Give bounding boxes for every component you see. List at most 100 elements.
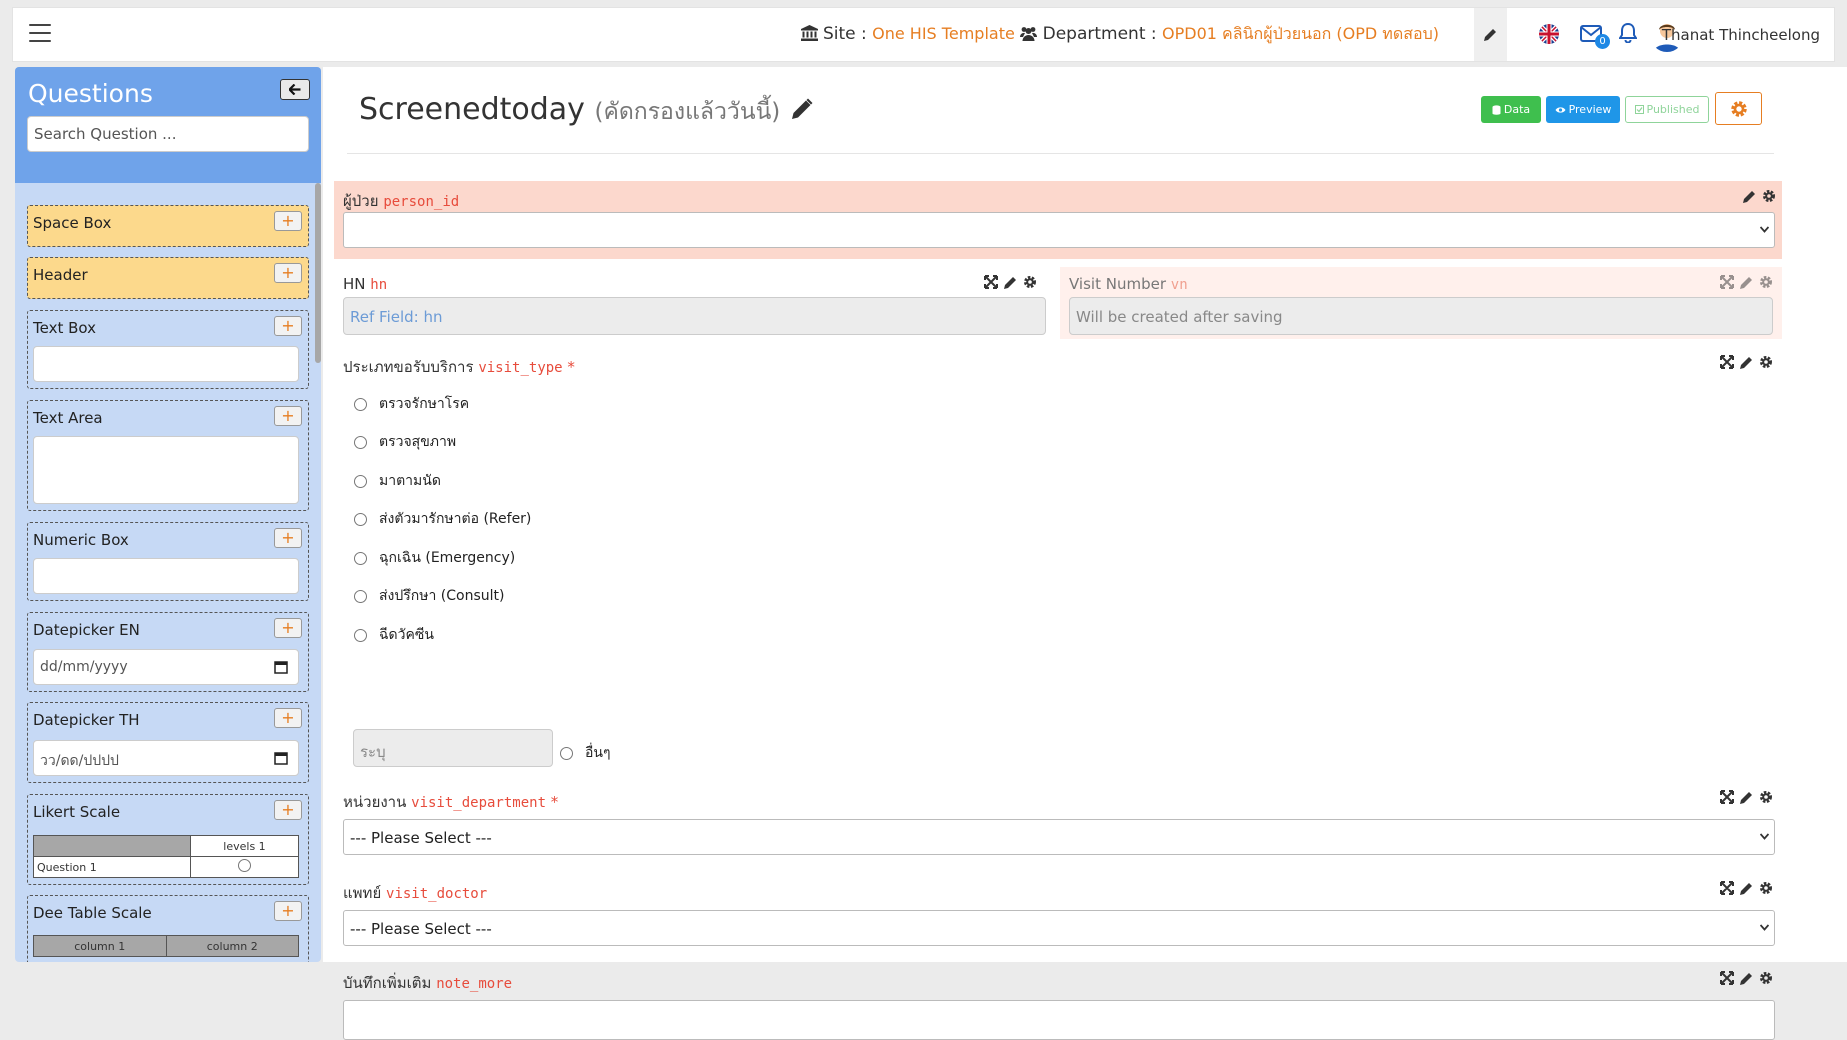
add-question-button[interactable]: + [274, 316, 302, 336]
gear-icon[interactable] [1759, 790, 1773, 804]
question-item-label: Dee Table Scale [33, 904, 152, 922]
uk-flag-icon[interactable] [1539, 24, 1559, 44]
datepicker-th-preview: วว/ดด/ปปปป [33, 740, 299, 776]
username[interactable]: Thanat Thincheelong [1662, 26, 1820, 44]
collapse-sidebar-button[interactable] [280, 79, 310, 100]
pencil-icon[interactable] [1740, 972, 1753, 985]
pencil-icon[interactable] [1740, 356, 1753, 369]
eye-icon [1555, 106, 1566, 113]
add-question-button[interactable]: + [274, 618, 302, 638]
expand-icon[interactable] [1720, 275, 1734, 289]
radio-button[interactable] [560, 746, 573, 760]
question-item-dee-table-scale[interactable]: Dee Table Scale + column 1 column 2 [27, 895, 309, 962]
add-question-button[interactable]: + [274, 528, 302, 548]
pencil-icon[interactable] [1004, 276, 1017, 289]
question-item-label: Space Box [33, 214, 112, 232]
vn-input[interactable]: Will be created after saving [1069, 297, 1773, 335]
question-item-datepicker-th[interactable]: Datepicker TH + วว/ดด/ปปปป [27, 702, 309, 783]
person-select[interactable] [343, 212, 1775, 248]
expand-icon[interactable] [1720, 881, 1734, 895]
radio-option[interactable]: ฉุกเฉิน (Emergency) [354, 547, 515, 569]
published-button[interactable]: Published [1625, 96, 1709, 123]
radio-option[interactable]: มาตามนัด [354, 470, 441, 492]
form-settings-button[interactable] [1715, 92, 1762, 125]
notifications-button[interactable] [1618, 22, 1638, 47]
field-code: hn [370, 277, 388, 293]
doctor-select[interactable]: --- Please Select --- [343, 910, 1775, 946]
radio-option[interactable]: ตรวจสุขภาพ [354, 431, 456, 453]
likert-radio [238, 859, 251, 872]
chevron-down-icon [1760, 226, 1769, 233]
expand-icon[interactable] [1720, 355, 1734, 369]
hamburger-menu-icon[interactable] [29, 24, 51, 44]
question-item-datepicker-en[interactable]: Datepicker EN + dd/mm/yyyy [27, 612, 309, 692]
sidebar-scrollbar[interactable] [315, 183, 321, 363]
question-item-space-box[interactable]: Space Box + [27, 205, 309, 247]
gear-icon[interactable] [1759, 275, 1773, 289]
field-actions [1720, 790, 1773, 804]
edit-site-button[interactable] [1474, 8, 1507, 61]
field-vn[interactable]: Visit Number vn Will be created after sa… [1060, 267, 1782, 339]
edit-title-pencil-icon[interactable] [790, 97, 814, 121]
bank-icon [800, 25, 818, 41]
radio-label: มาตามนัด [379, 473, 441, 489]
radio-option-other[interactable]: อื่นๆ [560, 742, 611, 764]
radio-button[interactable] [354, 551, 367, 565]
field-label-text: บันทึกเพิ่มเติม [343, 974, 432, 992]
question-item-numeric-box[interactable]: Numeric Box + [27, 522, 309, 601]
add-question-button[interactable]: + [274, 800, 302, 820]
question-item-label: Datepicker TH [33, 711, 140, 729]
gear-icon[interactable] [1023, 275, 1037, 289]
radio-button[interactable] [354, 628, 367, 642]
radio-button[interactable] [354, 512, 367, 526]
site-department-info: Site : One HIS Template Department : OPD… [800, 22, 1439, 47]
pencil-icon[interactable] [1740, 882, 1753, 895]
radio-button[interactable] [354, 397, 367, 411]
form-title-text: Screenedtoday [359, 92, 585, 127]
radio-option[interactable]: ส่งตัวมารักษาต่อ (Refer) [354, 508, 531, 530]
other-specify-input[interactable]: ระบุ [353, 729, 553, 767]
question-item-text-area[interactable]: Text Area + [27, 400, 309, 511]
expand-icon[interactable] [1720, 971, 1734, 985]
add-question-button[interactable]: + [274, 406, 302, 426]
expand-icon[interactable] [984, 275, 998, 289]
radio-button[interactable] [354, 435, 367, 449]
radio-option[interactable]: ตรวจรักษาโรค [354, 393, 469, 415]
radio-button[interactable] [354, 589, 367, 603]
radio-option[interactable]: ฉีดวัคซีน [354, 624, 434, 646]
pencil-icon[interactable] [1740, 276, 1753, 289]
radio-option[interactable]: ส่งปรึกษา (Consult) [354, 585, 505, 607]
field-label: แพทย์ visit_doctor [343, 881, 487, 905]
field-person-id[interactable]: ผู้ป่วย person_id [334, 181, 1782, 259]
note-more-textarea[interactable] [343, 1000, 1775, 1040]
search-question-input[interactable] [27, 116, 309, 152]
radio-label: ฉุกเฉิน (Emergency) [379, 550, 516, 566]
gear-icon[interactable] [1759, 881, 1773, 895]
chevron-down-icon [1760, 924, 1769, 931]
arrow-left-icon [289, 84, 301, 95]
department-select[interactable]: --- Please Select --- [343, 819, 1775, 855]
add-question-button[interactable]: + [274, 901, 302, 921]
calendar-icon [274, 661, 288, 674]
field-hn[interactable]: HN hn Ref Field: hn [334, 267, 1046, 339]
data-button-label: Data [1503, 103, 1531, 116]
hn-input[interactable]: Ref Field: hn [343, 297, 1046, 335]
form-subtitle: (คัดกรองแล้ววันนี้) [594, 99, 781, 125]
question-item-text-box[interactable]: Text Box + [27, 310, 309, 389]
pencil-icon[interactable] [1740, 791, 1753, 804]
gear-icon[interactable] [1762, 189, 1776, 203]
radio-button[interactable] [354, 474, 367, 488]
add-question-button[interactable]: + [274, 708, 302, 728]
expand-icon[interactable] [1720, 790, 1734, 804]
question-item-header[interactable]: Header + [27, 257, 309, 299]
field-label: บันทึกเพิ่มเติม note_more [343, 971, 512, 995]
mail-button[interactable]: 0 [1580, 25, 1610, 49]
question-item-likert-scale[interactable]: Likert Scale + levels 1 Question 1 [27, 794, 309, 885]
gear-icon[interactable] [1759, 971, 1773, 985]
add-question-button[interactable]: + [274, 211, 302, 231]
preview-button[interactable]: Preview [1546, 96, 1620, 123]
gear-icon[interactable] [1759, 355, 1773, 369]
pencil-icon[interactable] [1743, 190, 1756, 203]
add-question-button[interactable]: + [274, 263, 302, 283]
data-button[interactable]: Data [1481, 96, 1541, 123]
